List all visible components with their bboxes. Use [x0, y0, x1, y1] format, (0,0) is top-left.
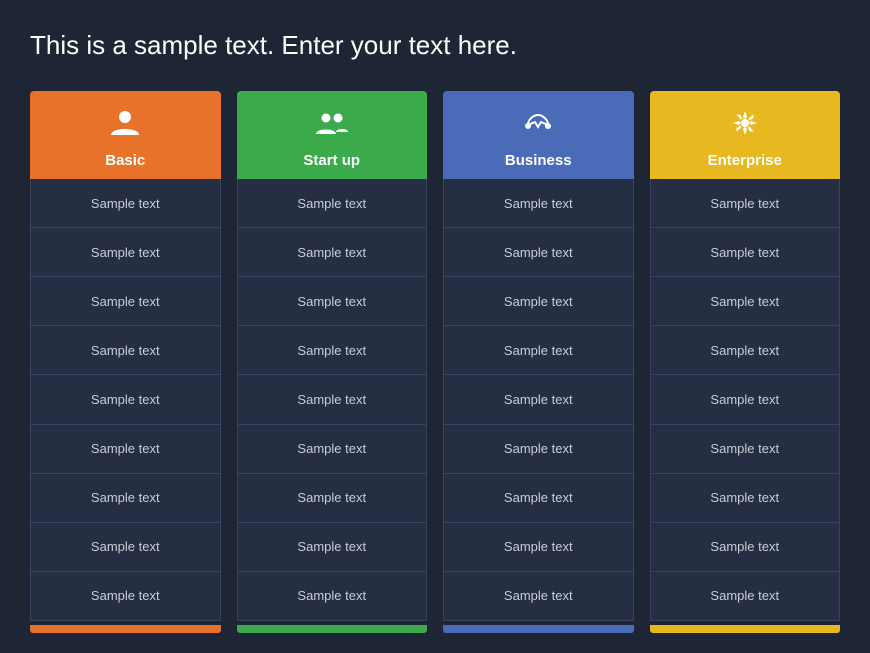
- business-row-3: Sample text: [444, 277, 633, 326]
- enterprise-rows: Sample text Sample text Sample text Samp…: [650, 179, 841, 621]
- enterprise-row-8: Sample text: [651, 523, 840, 572]
- basic-icon: [107, 105, 143, 146]
- business-title: Business: [505, 152, 572, 169]
- business-footer: [443, 625, 634, 633]
- basic-title: Basic: [105, 152, 145, 169]
- business-row-1: Sample text: [444, 179, 633, 228]
- startup-row-7: Sample text: [238, 474, 427, 523]
- business-row-7: Sample text: [444, 474, 633, 523]
- enterprise-row-3: Sample text: [651, 277, 840, 326]
- startup-row-3: Sample text: [238, 277, 427, 326]
- business-rows: Sample text Sample text Sample text Samp…: [443, 179, 634, 621]
- startup-header: Start up: [237, 91, 428, 179]
- enterprise-row-7: Sample text: [651, 474, 840, 523]
- basic-row-3: Sample text: [31, 277, 220, 326]
- business-row-6: Sample text: [444, 425, 633, 474]
- startup-icon: [314, 105, 350, 146]
- basic-row-1: Sample text: [31, 179, 220, 228]
- enterprise-row-5: Sample text: [651, 375, 840, 424]
- business-row-4: Sample text: [444, 326, 633, 375]
- startup-row-6: Sample text: [238, 425, 427, 474]
- startup-row-8: Sample text: [238, 523, 427, 572]
- basic-row-8: Sample text: [31, 523, 220, 572]
- basic-row-4: Sample text: [31, 326, 220, 375]
- business-row-2: Sample text: [444, 228, 633, 277]
- enterprise-row-4: Sample text: [651, 326, 840, 375]
- column-business: Business Sample text Sample text Sample …: [443, 91, 634, 633]
- basic-row-5: Sample text: [31, 375, 220, 424]
- enterprise-icon: [727, 105, 763, 146]
- business-row-8: Sample text: [444, 523, 633, 572]
- startup-rows: Sample text Sample text Sample text Samp…: [237, 179, 428, 621]
- business-row-5: Sample text: [444, 375, 633, 424]
- enterprise-row-1: Sample text: [651, 179, 840, 228]
- pricing-grid: Basic Sample text Sample text Sample tex…: [30, 91, 840, 633]
- business-icon: [520, 105, 556, 146]
- enterprise-footer: [650, 625, 841, 633]
- business-row-9: Sample text: [444, 572, 633, 620]
- basic-row-2: Sample text: [31, 228, 220, 277]
- startup-row-2: Sample text: [238, 228, 427, 277]
- enterprise-title: Enterprise: [708, 152, 782, 169]
- column-startup: Start up Sample text Sample text Sample …: [237, 91, 428, 633]
- startup-row-9: Sample text: [238, 572, 427, 620]
- column-enterprise: Enterprise Sample text Sample text Sampl…: [650, 91, 841, 633]
- basic-row-9: Sample text: [31, 572, 220, 620]
- column-basic: Basic Sample text Sample text Sample tex…: [30, 91, 221, 633]
- enterprise-row-9: Sample text: [651, 572, 840, 620]
- startup-title: Start up: [303, 152, 360, 169]
- basic-header: Basic: [30, 91, 221, 179]
- enterprise-header: Enterprise: [650, 91, 841, 179]
- basic-rows: Sample text Sample text Sample text Samp…: [30, 179, 221, 621]
- basic-row-6: Sample text: [31, 425, 220, 474]
- business-header: Business: [443, 91, 634, 179]
- enterprise-row-2: Sample text: [651, 228, 840, 277]
- basic-footer: [30, 625, 221, 633]
- startup-row-1: Sample text: [238, 179, 427, 228]
- enterprise-row-6: Sample text: [651, 425, 840, 474]
- startup-row-5: Sample text: [238, 375, 427, 424]
- startup-footer: [237, 625, 428, 633]
- startup-row-4: Sample text: [238, 326, 427, 375]
- basic-row-7: Sample text: [31, 474, 220, 523]
- page-headline: This is a sample text. Enter your text h…: [30, 30, 840, 61]
